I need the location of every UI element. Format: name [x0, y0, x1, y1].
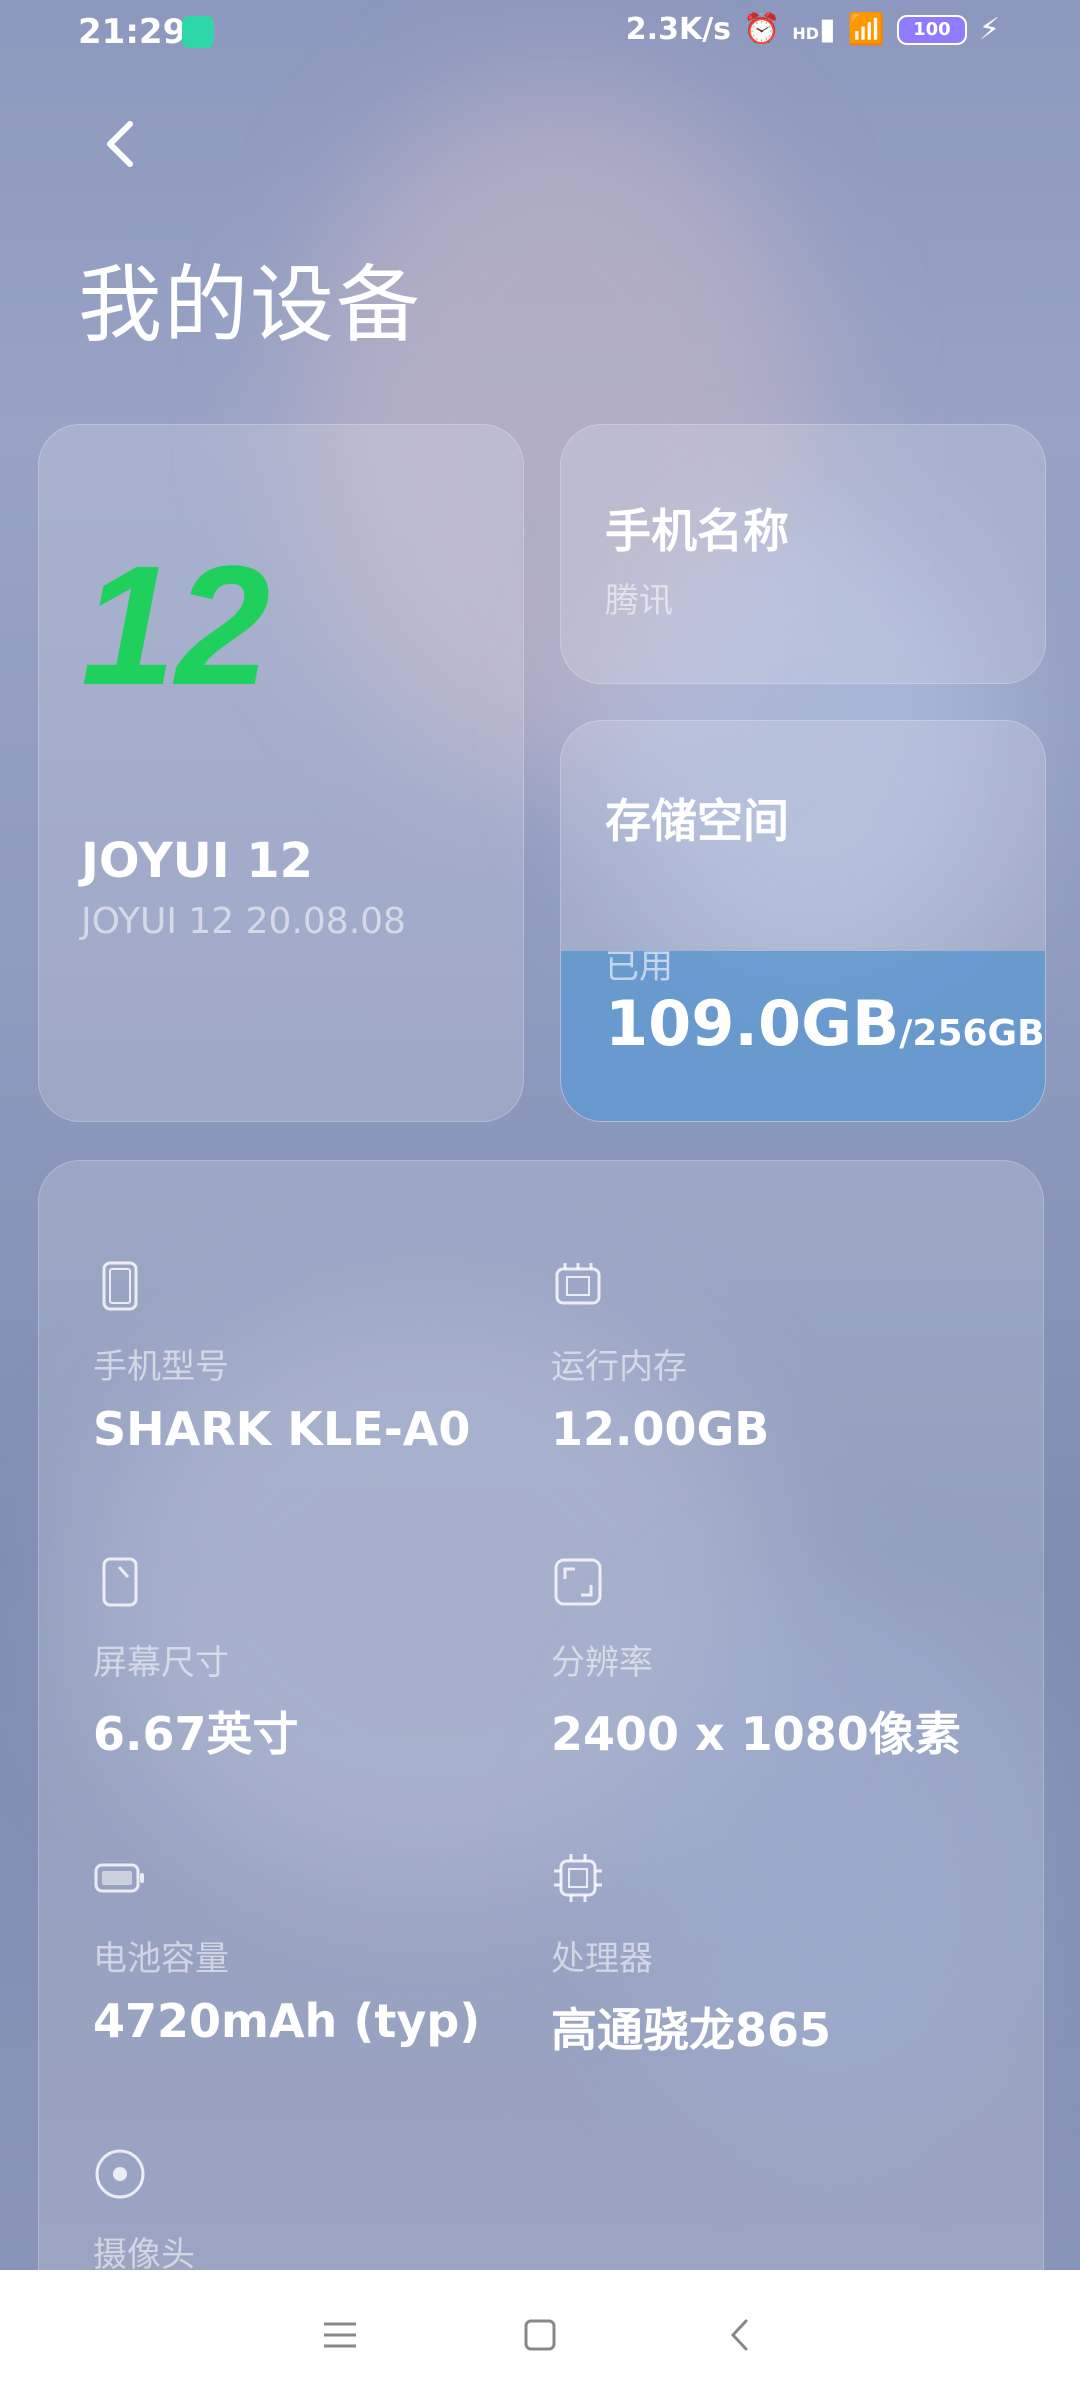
signal-icon: HD▮ [792, 12, 836, 47]
back-icon [730, 2319, 748, 2351]
os-logo: 12 [81, 559, 270, 699]
os-version: JOYUI 12 20.08.08 [81, 901, 406, 942]
os-name: JOYUI 12 [81, 833, 314, 889]
spec-camera: 摄像头 [93, 2147, 553, 2290]
memory-chip-icon [555, 1263, 601, 1305]
svg-text:12: 12 [81, 559, 270, 699]
phone-name-card[interactable]: 手机名称 腾讯 [560, 424, 1046, 684]
status-bar: 21:29 2.3K/s ⏰ HD▮ 📶 100 ⚡ [0, 0, 1080, 70]
menu-icon [324, 2322, 356, 2348]
home-icon [524, 2319, 556, 2351]
screen-size-icon [102, 1557, 138, 1607]
storage-total-amount: /256GB [899, 1013, 1045, 1054]
spec-phone-model: 手机型号 SHARK KLE-A0 [93, 1259, 553, 1456]
phone-name-value: 腾讯 [605, 581, 673, 621]
alarm-icon: ⏰ [743, 12, 781, 47]
spec-label: 处理器 [551, 1939, 653, 1979]
back-button[interactable] [96, 114, 148, 174]
spec-label: 分辨率 [551, 1643, 653, 1683]
home-button[interactable] [510, 2305, 570, 2365]
status-indicators: 2.3K/s ⏰ HD▮ 📶 100 ⚡ [626, 12, 1000, 47]
storage-card[interactable]: 存储空间 已用 109.0GB/256GB [560, 720, 1046, 1122]
spec-value: 高通骁龙865 [551, 2003, 832, 2057]
charging-icon: ⚡ [978, 12, 1000, 47]
security-shield-icon [182, 16, 214, 48]
processor-icon [554, 1854, 602, 1902]
wifi-icon: 📶 [847, 12, 885, 47]
spec-value: 6.67英寸 [93, 1707, 299, 1761]
spec-value: SHARK KLE-A0 [93, 1402, 471, 1456]
storage-used-label: 已用 [605, 947, 673, 987]
resolution-icon [554, 1558, 602, 1606]
battery-icon [94, 1863, 144, 1893]
system-nav-bar [0, 2270, 1080, 2400]
spec-ram: 运行内存 12.00GB [551, 1259, 1011, 1456]
storage-used-value: 109.0GB/256GB [605, 987, 1045, 1060]
camera-icon [95, 2149, 145, 2199]
storage-label: 存储空间 [605, 794, 789, 848]
spec-label: 摄像头 [93, 2235, 195, 2275]
spec-value: 4720mAh (typ) [93, 1994, 481, 2048]
spec-label: 运行内存 [551, 1347, 687, 1387]
page-title: 我的设备 [78, 256, 423, 354]
net-speed: 2.3K/s [625, 12, 732, 47]
battery-indicator: 100 [896, 14, 967, 45]
spec-value: 12.00GB [551, 1402, 770, 1456]
chevron-left-icon [107, 121, 133, 167]
spec-battery: 电池容量 4720mAh (typ) [93, 1851, 553, 2048]
storage-used-amount: 109.0GB [605, 987, 900, 1060]
spec-screen-size: 屏幕尺寸 6.67英寸 [93, 1555, 553, 1764]
device-specs-card: 手机型号 SHARK KLE-A0 运行内存 12.00GB 屏幕尺寸 6.67… [38, 1160, 1044, 2382]
recents-button[interactable] [310, 2305, 370, 2365]
phone-icon [102, 1261, 138, 1311]
spec-label: 屏幕尺寸 [93, 1643, 229, 1683]
nav-back-button[interactable] [710, 2305, 770, 2365]
spec-resolution: 分辨率 2400 x 1080像素 [551, 1555, 1011, 1764]
spec-label: 电池容量 [93, 1939, 229, 1979]
spec-value: 2400 x 1080像素 [551, 1707, 961, 1761]
os-version-card[interactable]: 12 JOYUI 12 JOYUI 12 20.08.08 [38, 424, 524, 1122]
status-time: 21:29 [78, 12, 187, 52]
phone-name-label: 手机名称 [605, 504, 789, 558]
spec-label: 手机型号 [93, 1347, 229, 1387]
spec-processor: 处理器 高通骁龙865 [551, 1851, 1011, 2060]
